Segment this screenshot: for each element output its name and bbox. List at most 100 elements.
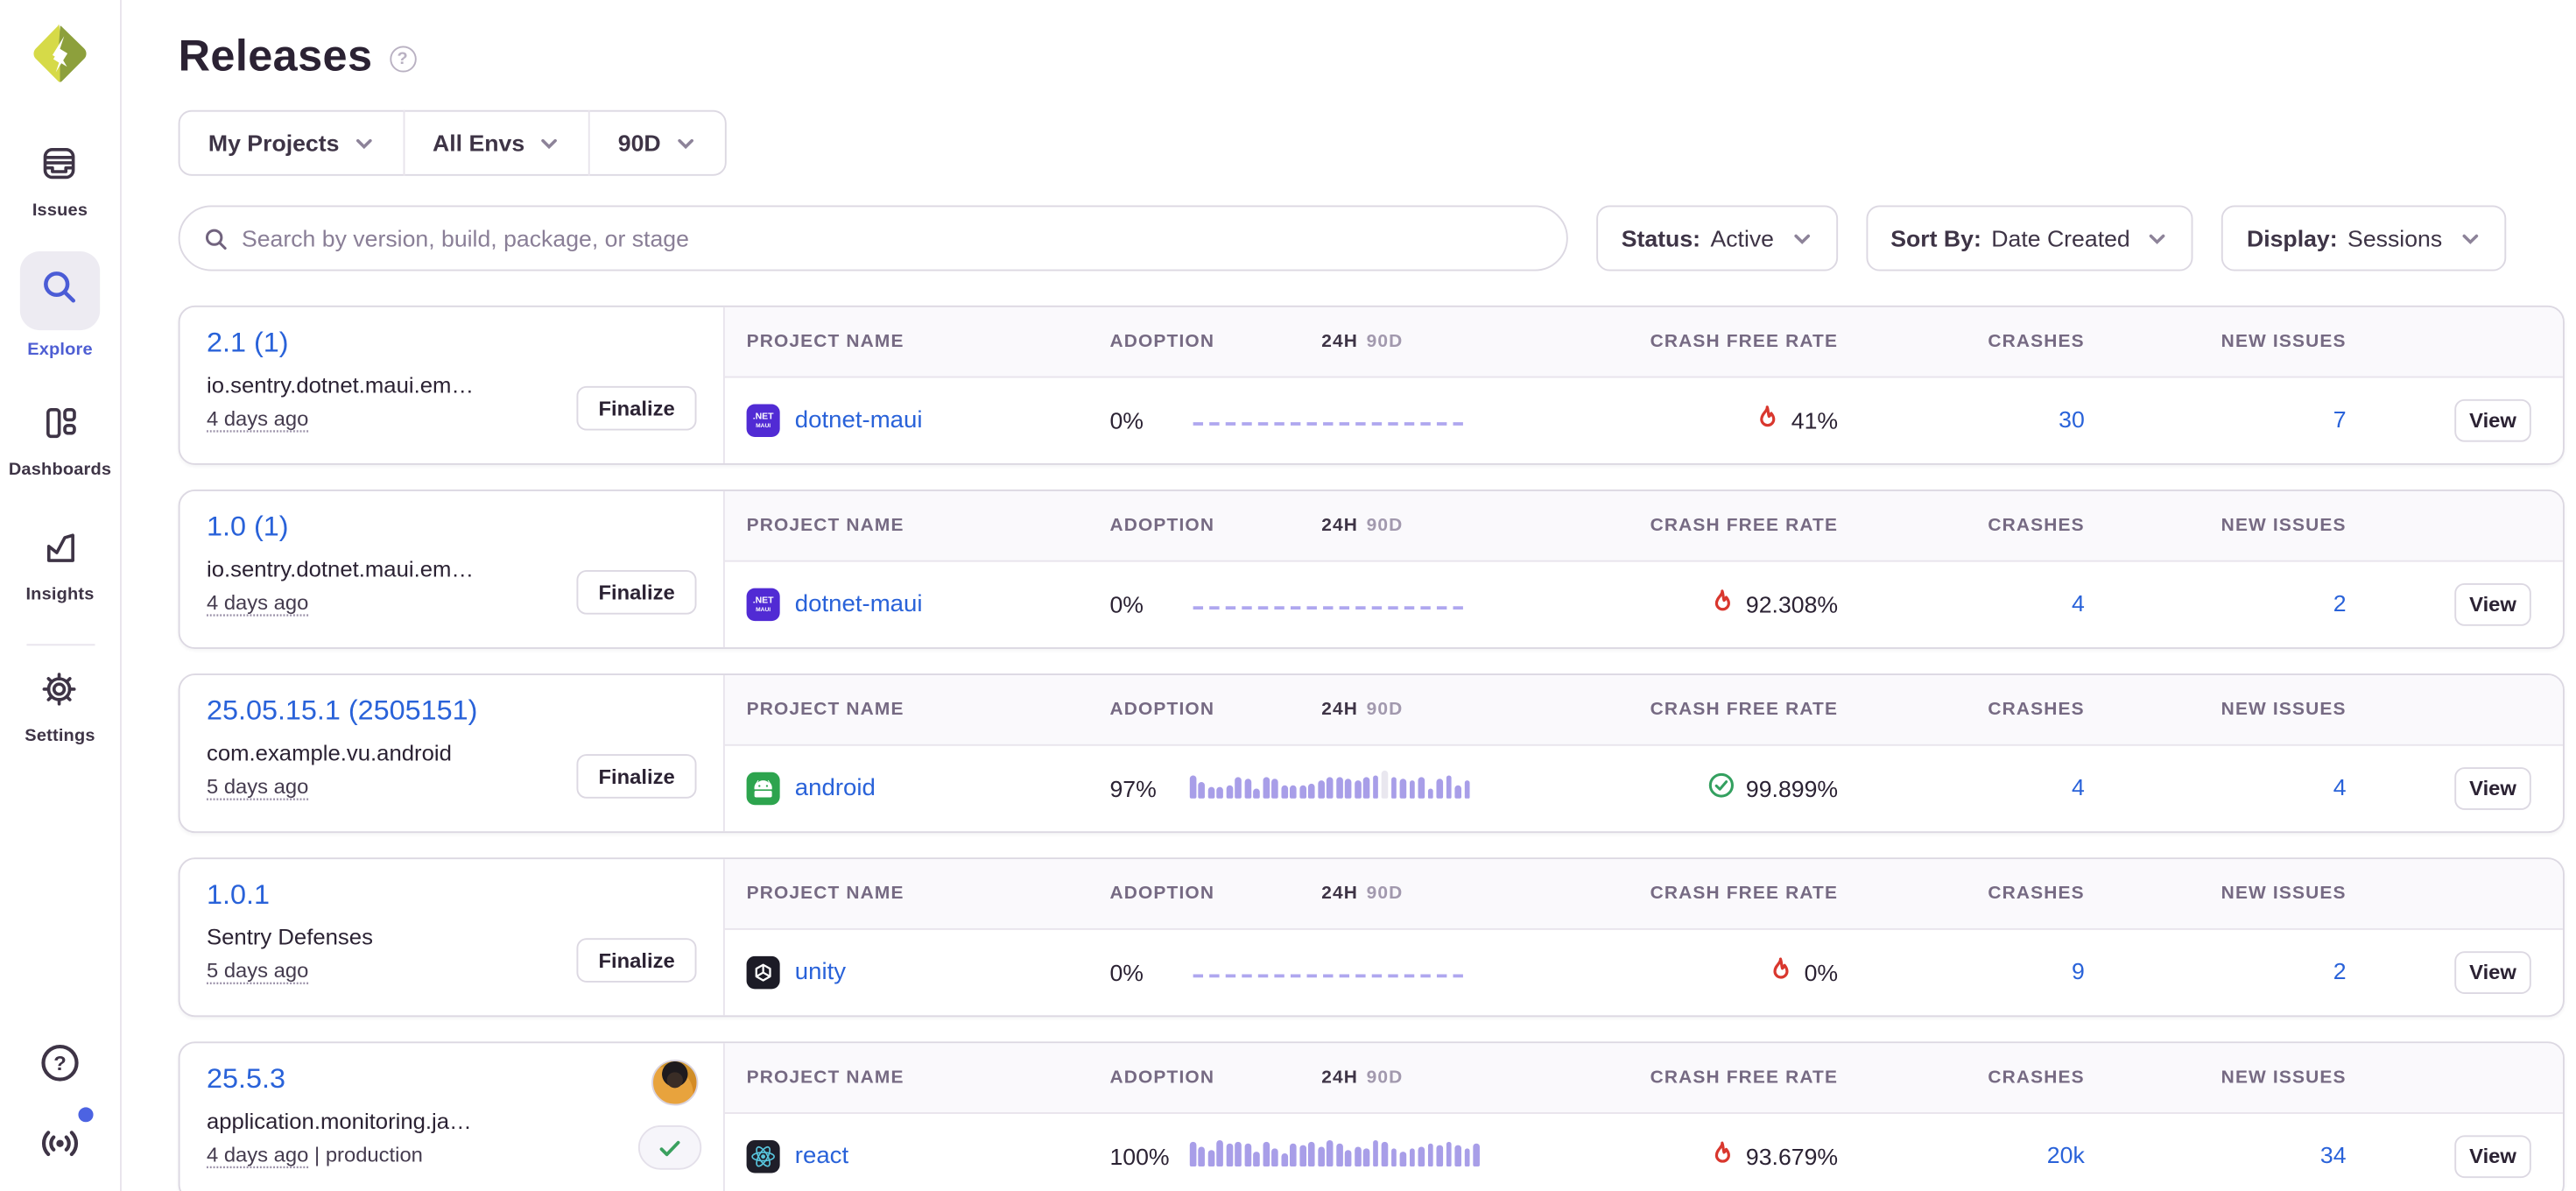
whats-new-button[interactable] [37, 1119, 83, 1170]
new-issues-count-link[interactable]: 7 [2333, 405, 2347, 432]
date-range-filter[interactable]: 90D [589, 112, 724, 174]
col-header-new-issues: NEW ISSUES [2085, 332, 2347, 352]
status-dropdown[interactable]: Status: Active [1596, 206, 1837, 271]
release-info-panel: 2.1 (1) io.sentry.dotnet.maui.em… 4 days… [180, 307, 725, 463]
project-filter[interactable]: My Projects [180, 112, 403, 174]
range-24h-toggle[interactable]: 24H [1321, 700, 1358, 720]
col-header-new-issues: NEW ISSUES [2085, 884, 2347, 904]
crashes-count-link[interactable]: 20k [2047, 1142, 2085, 1168]
finalize-button[interactable]: Finalize [577, 570, 697, 615]
view-button[interactable]: View [2454, 1135, 2531, 1178]
crashes-count-link[interactable]: 30 [2059, 405, 2085, 432]
range-90d-toggle[interactable]: 90D [1367, 332, 1404, 352]
range-90d-toggle[interactable]: 90D [1367, 884, 1404, 904]
page-help-icon[interactable]: ? [389, 46, 415, 73]
range-24h-toggle[interactable]: 24H [1321, 332, 1358, 352]
release-version-link[interactable]: 25.05.15.1 (2505151) [207, 695, 477, 729]
range-24h-toggle[interactable]: 24H [1321, 516, 1358, 536]
chevron-down-icon [2459, 228, 2481, 249]
col-header-adoption: ADOPTION [1109, 516, 1214, 536]
range-24h-toggle[interactable]: 24H [1321, 884, 1358, 904]
project-link[interactable]: react [795, 1144, 848, 1170]
unity-icon [747, 956, 780, 990]
adoption-chart-bars [1190, 770, 1467, 798]
range-90d-toggle[interactable]: 90D [1367, 516, 1404, 536]
chevron-down-icon [353, 132, 375, 153]
release-version-link[interactable]: 1.0 (1) [207, 511, 289, 544]
view-button[interactable]: View [2454, 583, 2531, 626]
crashes-count-link[interactable]: 9 [2072, 958, 2085, 984]
finalize-button[interactable]: Finalize [577, 938, 697, 983]
search-icon [203, 226, 229, 250]
project-link[interactable]: dotnet-maui [795, 407, 923, 433]
range-90d-toggle[interactable]: 90D [1367, 1068, 1404, 1088]
range-90d-toggle[interactable]: 90D [1367, 700, 1404, 720]
sidebar-item-explore[interactable]: Explore [20, 251, 100, 360]
environment-filter[interactable]: All Envs [405, 112, 588, 174]
finalize-button[interactable]: Finalize [577, 386, 697, 431]
sidebar-item-dashboards[interactable]: Dashboards [9, 404, 111, 479]
page-title: Releases [179, 32, 373, 82]
new-issues-count-link[interactable]: 34 [2320, 1142, 2347, 1168]
finalize-button[interactable]: Finalize [577, 754, 697, 799]
chevron-down-icon [674, 132, 696, 153]
new-issues-count-link[interactable]: 2 [2333, 958, 2347, 984]
avatar [651, 1060, 698, 1106]
chevron-down-icon [1791, 228, 1812, 249]
search-input[interactable] [242, 225, 1543, 251]
search-box [179, 206, 1568, 271]
check-icon [657, 1134, 683, 1160]
release-card: 25.5.3 application.monitoring.ja… 4 days… [179, 1041, 2565, 1191]
page-filter-bar: My Projects All Envs 90D [179, 110, 726, 176]
project-cell: .NETMAUI dotnet-maui [747, 405, 1110, 438]
sort-by-dropdown[interactable]: Sort By: Date Created [1866, 206, 2193, 271]
project-link[interactable]: dotnet-maui [795, 591, 923, 617]
sidebar-item-label: Settings [25, 726, 95, 746]
view-button[interactable]: View [2454, 767, 2531, 810]
col-header-adoption: ADOPTION [1109, 884, 1214, 904]
release-table: PROJECT NAME ADOPTION 24H90D CRASH FREE … [725, 307, 2563, 463]
release-card: 2.1 (1) io.sentry.dotnet.maui.em… 4 days… [179, 306, 2565, 465]
adoption-chart-dashed-line [1193, 421, 1463, 425]
col-header-project: PROJECT NAME [747, 516, 1110, 536]
col-header-range: 24H 90D [1321, 884, 1480, 904]
flame-icon [1709, 588, 1735, 622]
help-button[interactable]: ? [39, 1041, 81, 1092]
chevron-down-icon [2147, 228, 2169, 249]
new-issues-count-link[interactable]: 4 [2333, 774, 2347, 800]
new-issues-count-link[interactable]: 2 [2333, 590, 2347, 617]
releases-page: Issues Explore [0, 0, 2576, 1191]
view-button[interactable]: View [2454, 951, 2531, 994]
col-header-crash-free: CRASH FREE RATE [1480, 516, 1838, 536]
col-header-adoption: ADOPTION [1109, 332, 1214, 352]
crash-free-rate-value: 0% [1805, 960, 1839, 986]
sidebar-item-label: Insights [25, 585, 94, 605]
view-button[interactable]: View [2454, 399, 2531, 442]
sidebar-item-insights[interactable]: Insights [25, 529, 94, 604]
adopted-check-badge [638, 1125, 701, 1170]
release-version-link[interactable]: 2.1 (1) [207, 327, 289, 360]
crash-free-rate-value: 92.308% [1746, 591, 1838, 617]
release-table: PROJECT NAME ADOPTION 24H 90D CRASH FREE … [725, 491, 2563, 647]
display-dropdown[interactable]: Display: Sessions [2221, 206, 2505, 271]
release-info-panel: 25.5.3 application.monitoring.ja… 4 days… [180, 1043, 725, 1191]
project-cell: .NETMAUI unity [747, 956, 1110, 990]
range-24h-toggle[interactable]: 24H [1321, 1068, 1358, 1088]
crashes-count-link[interactable]: 4 [2072, 590, 2085, 617]
dotnet-maui-icon: .NETMAUI [747, 405, 780, 438]
sidebar-item-issues[interactable]: Issues [32, 144, 88, 220]
project-link[interactable]: unity [795, 960, 846, 986]
crashes-count-link[interactable]: 4 [2072, 774, 2085, 800]
adoption-chart [1190, 395, 1467, 434]
col-header-crash-free: CRASH FREE RATE [1480, 1068, 1838, 1088]
release-version-link[interactable]: 25.5.3 [207, 1063, 285, 1096]
release-version-link[interactable]: 1.0.1 [207, 879, 270, 913]
sidebar-item-settings[interactable]: Settings [25, 670, 95, 745]
col-header-adoption: ADOPTION [1109, 700, 1214, 720]
sidebar-footer: ? [37, 1041, 83, 1191]
project-link[interactable]: android [795, 776, 876, 802]
org-logo[interactable] [30, 23, 90, 85]
release-package: application.monitoring.ja… [207, 1109, 565, 1133]
table-header-row: PROJECT NAME ADOPTION 24H90D CRASH FREE … [725, 859, 2563, 930]
table-row: .NETMAUI dotnet-maui 0% [725, 562, 2563, 647]
